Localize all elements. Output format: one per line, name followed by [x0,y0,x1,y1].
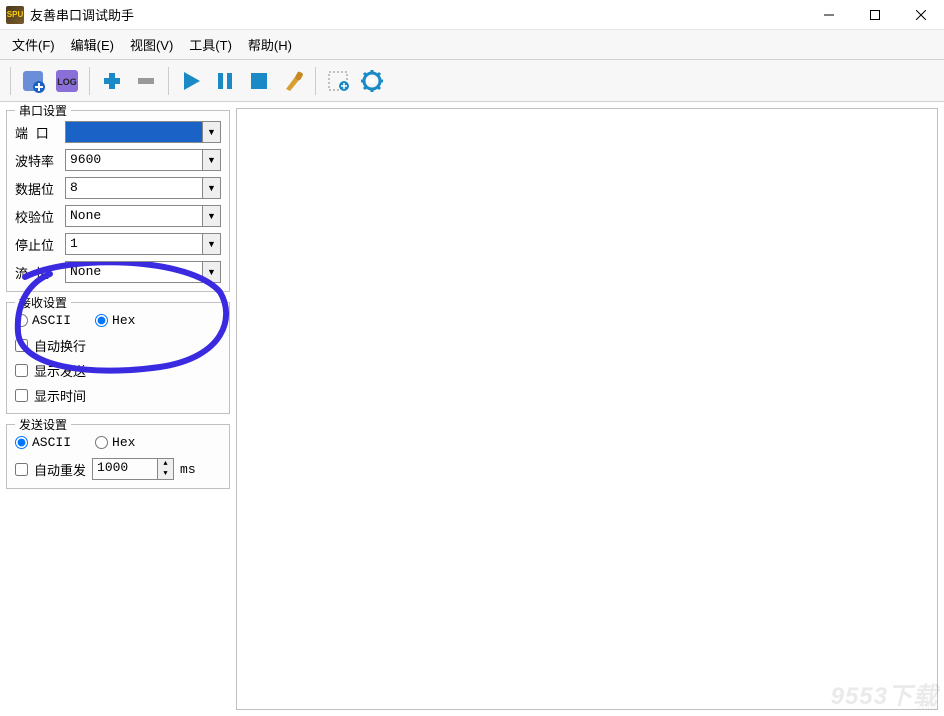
showtime-label: 显示时间 [34,386,86,405]
content-area: 串口设置 端 口 ▼ 波特率 9600 ▼ 数据位 8 ▼ [0,102,944,716]
toolbar-sep [315,67,316,95]
toolbar-sep [10,67,11,95]
send-hex-label: Hex [112,435,135,450]
receive-settings-group: 接收设置 ASCII Hex 自动换行 显示发送 显示时间 [6,302,230,414]
wrap-check-row: 自动换行 [15,336,221,355]
chevron-down-icon[interactable]: ▼ [202,262,220,282]
stopbits-combo[interactable]: 1 ▼ [65,233,221,255]
group-title: 串口设置 [15,102,71,119]
chevron-down-icon[interactable]: ▼ [202,122,220,142]
toolbar: LOG [0,60,944,102]
port-label: 端 口 [15,123,59,142]
window-title: 友善串口调试助手 [30,5,134,24]
flow-row: 流 控 None ▼ [15,261,221,283]
showtime-checkbox[interactable] [15,389,28,402]
databits-row: 数据位 8 ▼ [15,177,221,199]
parity-value: None [66,206,202,226]
minimize-button[interactable] [806,0,852,30]
minus-icon[interactable] [130,65,162,97]
titlebar-left: SPU 友善串口调试助手 [6,5,134,24]
recv-hex-label: Hex [112,313,135,328]
output-panel[interactable] [236,108,938,710]
app-icon: SPU [6,6,24,24]
recv-format-row: ASCII Hex [15,313,221,328]
parity-row: 校验位 None ▼ [15,205,221,227]
window-controls [806,0,944,30]
autoresend-checkbox[interactable] [15,463,28,476]
port-combo[interactable]: ▼ [65,121,221,143]
group-title: 接收设置 [15,294,71,311]
autoresend-label: 自动重发 [34,460,86,479]
spin-up-icon[interactable]: ▲ [158,459,173,469]
chevron-down-icon[interactable]: ▼ [202,178,220,198]
wrap-checkbox[interactable] [15,339,28,352]
parity-combo[interactable]: None ▼ [65,205,221,227]
titlebar: SPU 友善串口调试助手 [0,0,944,30]
chevron-down-icon[interactable]: ▼ [202,234,220,254]
wrap-label: 自动换行 [34,336,86,355]
brush-icon[interactable] [277,65,309,97]
recv-hex-radio[interactable]: Hex [95,313,135,328]
flow-label: 流 控 [15,263,59,282]
port-row: 端 口 ▼ [15,121,221,143]
toolbar-sep [89,67,90,95]
autoresend-unit: ms [180,462,196,477]
svg-text:LOG: LOG [57,77,77,87]
showtime-check-row: 显示时间 [15,386,221,405]
baud-combo[interactable]: 9600 ▼ [65,149,221,171]
close-button[interactable] [898,0,944,30]
baud-row: 波特率 9600 ▼ [15,149,221,171]
add-port-icon[interactable] [17,65,49,97]
watermark-sub: .com [914,702,936,713]
pause-icon[interactable] [209,65,241,97]
spin-down-icon[interactable]: ▼ [158,469,173,479]
send-format-row: ASCII Hex [15,435,221,450]
plus-icon[interactable] [96,65,128,97]
maximize-button[interactable] [852,0,898,30]
sidebar: 串口设置 端 口 ▼ 波特率 9600 ▼ 数据位 8 ▼ [0,102,236,716]
autoresend-row: 自动重发 1000 ▲ ▼ ms [15,458,221,480]
menu-help[interactable]: 帮助(H) [240,32,300,57]
gear-icon[interactable] [356,65,388,97]
spin-buttons: ▲ ▼ [157,459,173,479]
stopbits-label: 停止位 [15,235,59,254]
menu-file[interactable]: 文件(F) [4,32,63,57]
menubar: 文件(F) 编辑(E) 视图(V) 工具(T) 帮助(H) [0,30,944,60]
group-title: 发送设置 [15,416,71,433]
recv-ascii-label: ASCII [32,313,71,328]
menu-tools[interactable]: 工具(T) [181,32,240,57]
menu-view[interactable]: 视图(V) [122,32,181,57]
autoresend-value: 1000 [93,459,157,479]
showtx-label: 显示发送 [34,361,86,380]
new-window-icon[interactable] [322,65,354,97]
serial-settings-group: 串口设置 端 口 ▼ 波特率 9600 ▼ 数据位 8 ▼ [6,110,230,292]
send-settings-group: 发送设置 ASCII Hex 自动重发 1000 ▲ ▼ ms [6,424,230,489]
log-icon[interactable]: LOG [51,65,83,97]
showtx-checkbox[interactable] [15,364,28,377]
chevron-down-icon[interactable]: ▼ [202,150,220,170]
send-ascii-radio[interactable]: ASCII [15,435,71,450]
baud-value: 9600 [66,150,202,170]
port-value [66,122,202,142]
showtx-check-row: 显示发送 [15,361,221,380]
send-hex-radio[interactable]: Hex [95,435,135,450]
stopbits-row: 停止位 1 ▼ [15,233,221,255]
parity-label: 校验位 [15,207,59,226]
play-icon[interactable] [175,65,207,97]
autoresend-spin[interactable]: 1000 ▲ ▼ [92,458,174,480]
recv-ascii-radio[interactable]: ASCII [15,313,71,328]
stopbits-value: 1 [66,234,202,254]
chevron-down-icon[interactable]: ▼ [202,206,220,226]
flow-value: None [66,262,202,282]
menu-edit[interactable]: 编辑(E) [63,32,122,57]
databits-value: 8 [66,178,202,198]
flow-combo[interactable]: None ▼ [65,261,221,283]
databits-label: 数据位 [15,179,59,198]
databits-combo[interactable]: 8 ▼ [65,177,221,199]
baud-label: 波特率 [15,151,59,170]
stop-icon[interactable] [243,65,275,97]
send-ascii-label: ASCII [32,435,71,450]
toolbar-sep [168,67,169,95]
